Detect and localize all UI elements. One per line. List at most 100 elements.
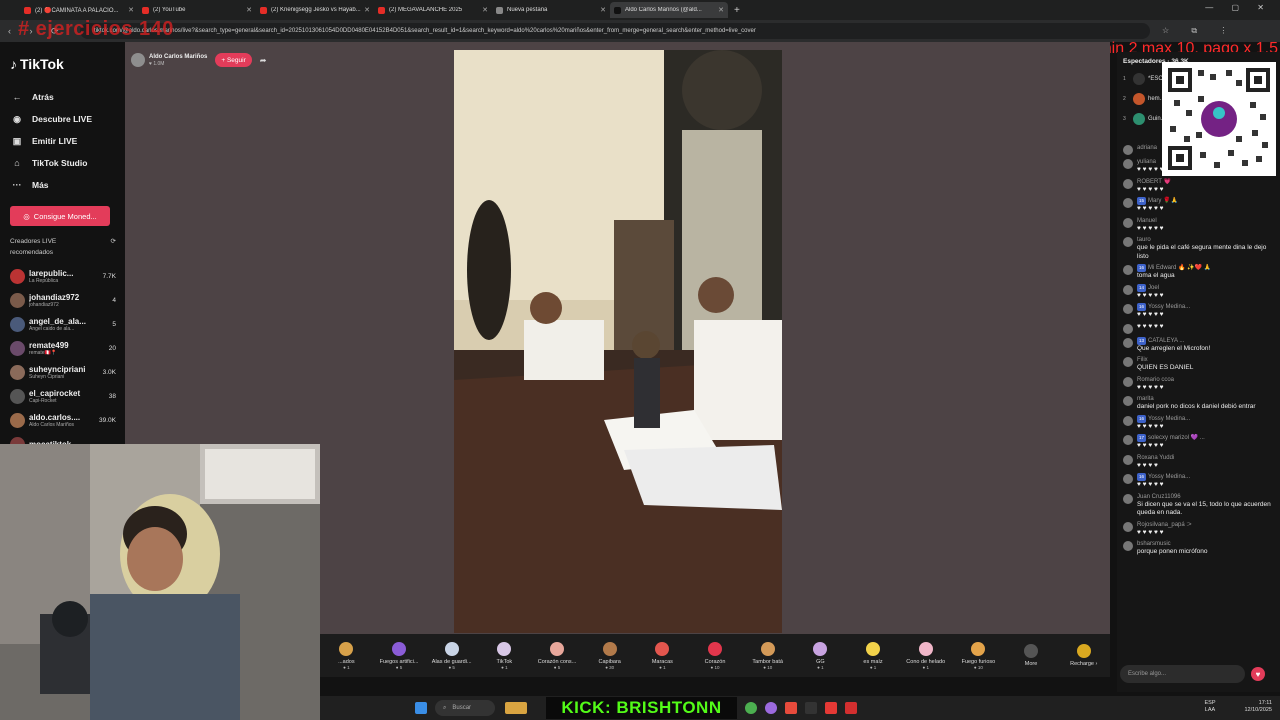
windows-start-icon[interactable] [415,702,427,714]
creator-item[interactable]: aldo.carlos.... Aldo Carlos Mariños 39.0K [10,408,116,432]
browser-toolbar-icons[interactable]: ☆ ⧉ ⋮ [1162,26,1237,36]
sidebar-item[interactable]: ▣ Emitir LIVE [10,130,117,152]
gift-item[interactable]: More [1005,644,1058,667]
chat-avatar[interactable] [1123,521,1133,532]
chat-username[interactable]: tauro [1137,237,1151,243]
browser-tab[interactable]: (2) 🔴CAMINATA A PALACIO... ✕ [20,2,138,18]
taskbar-search[interactable]: ⌕ Buscar [435,700,495,716]
clock-time[interactable]: 17:11 [1182,700,1272,707]
chat-username[interactable]: yuliana [1137,159,1156,165]
chat-username[interactable]: Juan Cruz11096 [1137,494,1181,500]
chat-username[interactable]: Filix [1137,357,1148,363]
gift-item[interactable]: Maracas ● 1 [636,641,689,670]
window-controls[interactable]: — ▢ ✕ [1205,3,1272,12]
get-coins-button[interactable]: ◎ Consigue Moned... [10,206,110,226]
chat-avatar[interactable] [1123,284,1133,295]
chat-username[interactable]: Roxana Yuddi [1137,455,1174,461]
app-icon-1[interactable] [765,702,777,714]
gift-item[interactable]: Recharge › [1057,644,1110,667]
chat-username[interactable]: Joel [1148,285,1159,291]
clock-date[interactable]: 12/10/2025 [1182,707,1272,714]
chat-avatar[interactable] [1123,415,1133,426]
creator-item[interactable]: larepublic... La República 7.7K [10,264,116,288]
creator-item[interactable]: el_capirocket Capi-Rocket 38 [10,384,116,408]
tab-close-icon[interactable]: ✕ [600,6,606,14]
chat-username[interactable]: Romario ccoa [1137,377,1174,383]
gift-item[interactable]: Capibara ● 30 [583,641,636,670]
chat-username[interactable]: Yossy Medina... [1148,416,1190,422]
chrome-icon[interactable] [745,702,757,714]
chat-avatar[interactable] [1123,493,1133,504]
gift-item[interactable]: Corazón cons... ● 5 [531,641,584,670]
sidebar-item[interactable]: ◉ Descubre LIVE [10,108,117,130]
chat-avatar[interactable] [1123,376,1133,387]
gift-item[interactable]: Fuegos artifici... ● 5 [373,641,426,670]
gift-item[interactable]: Fuego furioso ● 10 [952,641,1005,670]
chat-username[interactable]: ROBERT 💗 [1137,179,1171,185]
browser-tab[interactable]: Aldo Carlos Mariños (@ald... ✕ [610,2,728,18]
host-avatar[interactable] [131,53,145,67]
chat-username[interactable]: Yossy Medina... [1148,304,1190,310]
browser-tab[interactable]: (2) Knenigsegg Jesko vs Hayab... ✕ [256,2,374,18]
chat-username[interactable]: Yossy Medina... [1148,474,1190,480]
chat-avatar[interactable] [1123,323,1133,334]
creator-item[interactable]: remate499 remate🇵🇪📍 20 [10,336,116,360]
chat-username[interactable]: Rojosilvana_papá :> [1137,522,1192,528]
tab-close-icon[interactable]: ✕ [128,6,134,14]
browser-tab[interactable]: (2) YouTube ✕ [138,2,256,18]
chat-username[interactable]: marita [1137,396,1154,402]
url-field[interactable]: tiktok.com/@aldo.carlos.marinos/live?&se… [80,23,1150,39]
chat-avatar[interactable] [1123,541,1133,551]
tab-close-icon[interactable]: ✕ [364,6,370,14]
gift-item[interactable]: Alas de guardi... ● 5 [425,641,478,670]
chat-avatar[interactable] [1123,396,1133,406]
browser-tab[interactable]: Nueva pestaña ✕ [492,2,610,18]
chat-input[interactable]: Escribe algo... [1120,665,1245,683]
sidebar-item[interactable]: ⌂ TikTok Studio [10,152,117,174]
sidebar-item[interactable]: ··· Más [10,174,117,196]
chat-username[interactable]: CATALEYA ... [1148,338,1184,344]
app-icon-5[interactable] [845,702,857,714]
chat-avatar[interactable] [1123,198,1133,208]
gift-item[interactable]: es maíz ● 1 [847,641,900,670]
gift-item[interactable]: ...ados ● 1 [320,641,373,670]
chat-avatar[interactable] [1123,474,1133,484]
chat-username[interactable]: Manuel [1137,218,1157,224]
follow-button[interactable]: + Seguir [215,53,252,67]
language-indicator[interactable]: ESP LAA [1200,700,1220,714]
tab-close-icon[interactable]: ✕ [482,6,488,14]
gift-item[interactable]: TikTok ● 1 [478,641,531,670]
creator-item[interactable]: angel_de_ala... Angel caido de ala... 5 [10,312,116,336]
refresh-icon[interactable]: ⟳ [111,236,116,258]
like-heart-button[interactable]: ♥ [1251,667,1265,681]
chat-avatar[interactable] [1123,145,1133,155]
new-tab-button[interactable]: + [734,5,740,16]
gift-item[interactable]: Cono de helado ● 1 [899,641,952,670]
chat-avatar[interactable] [1123,178,1133,189]
gift-item[interactable]: GG ● 1 [794,641,847,670]
app-icon-2[interactable] [785,702,797,714]
app-icon-3[interactable] [805,702,817,714]
tiktok-logo[interactable]: ♪ TikTok [10,56,117,72]
chat-avatar[interactable] [1123,435,1133,445]
chat-avatar[interactable] [1123,265,1133,275]
live-video[interactable] [454,50,782,633]
browser-tab[interactable]: (2) MEGAVALANCHE 2025 ✕ [374,2,492,18]
gift-item[interactable]: Corazón ● 10 [689,641,742,670]
chat-username[interactable]: bsharsmusic [1137,541,1171,547]
gift-item[interactable]: Tambor batá ● 10 [741,641,794,670]
chat-username[interactable]: adriana [1137,145,1157,151]
chat-username[interactable]: solecxy marizol 💜 ... [1148,435,1205,441]
chat-username[interactable]: Mary 🌹🙏 [1148,198,1178,204]
widgets-icon[interactable] [505,702,527,714]
creator-item[interactable]: suheyncipriani Suheyn Cipriani 3.0K [10,360,116,384]
creator-item[interactable]: johandiaz972 johandiaz972 4 [10,288,116,312]
chat-avatar[interactable] [1123,159,1133,169]
chat-avatar[interactable] [1123,217,1133,228]
chat-avatar[interactable] [1123,237,1133,247]
chat-avatar[interactable] [1123,454,1133,465]
chat-avatar[interactable] [1123,304,1133,314]
tab-close-icon[interactable]: ✕ [718,6,724,14]
host-name[interactable]: Aldo Carlos Mariños [149,54,207,61]
sidebar-item[interactable]: ← Atrás [10,86,117,108]
